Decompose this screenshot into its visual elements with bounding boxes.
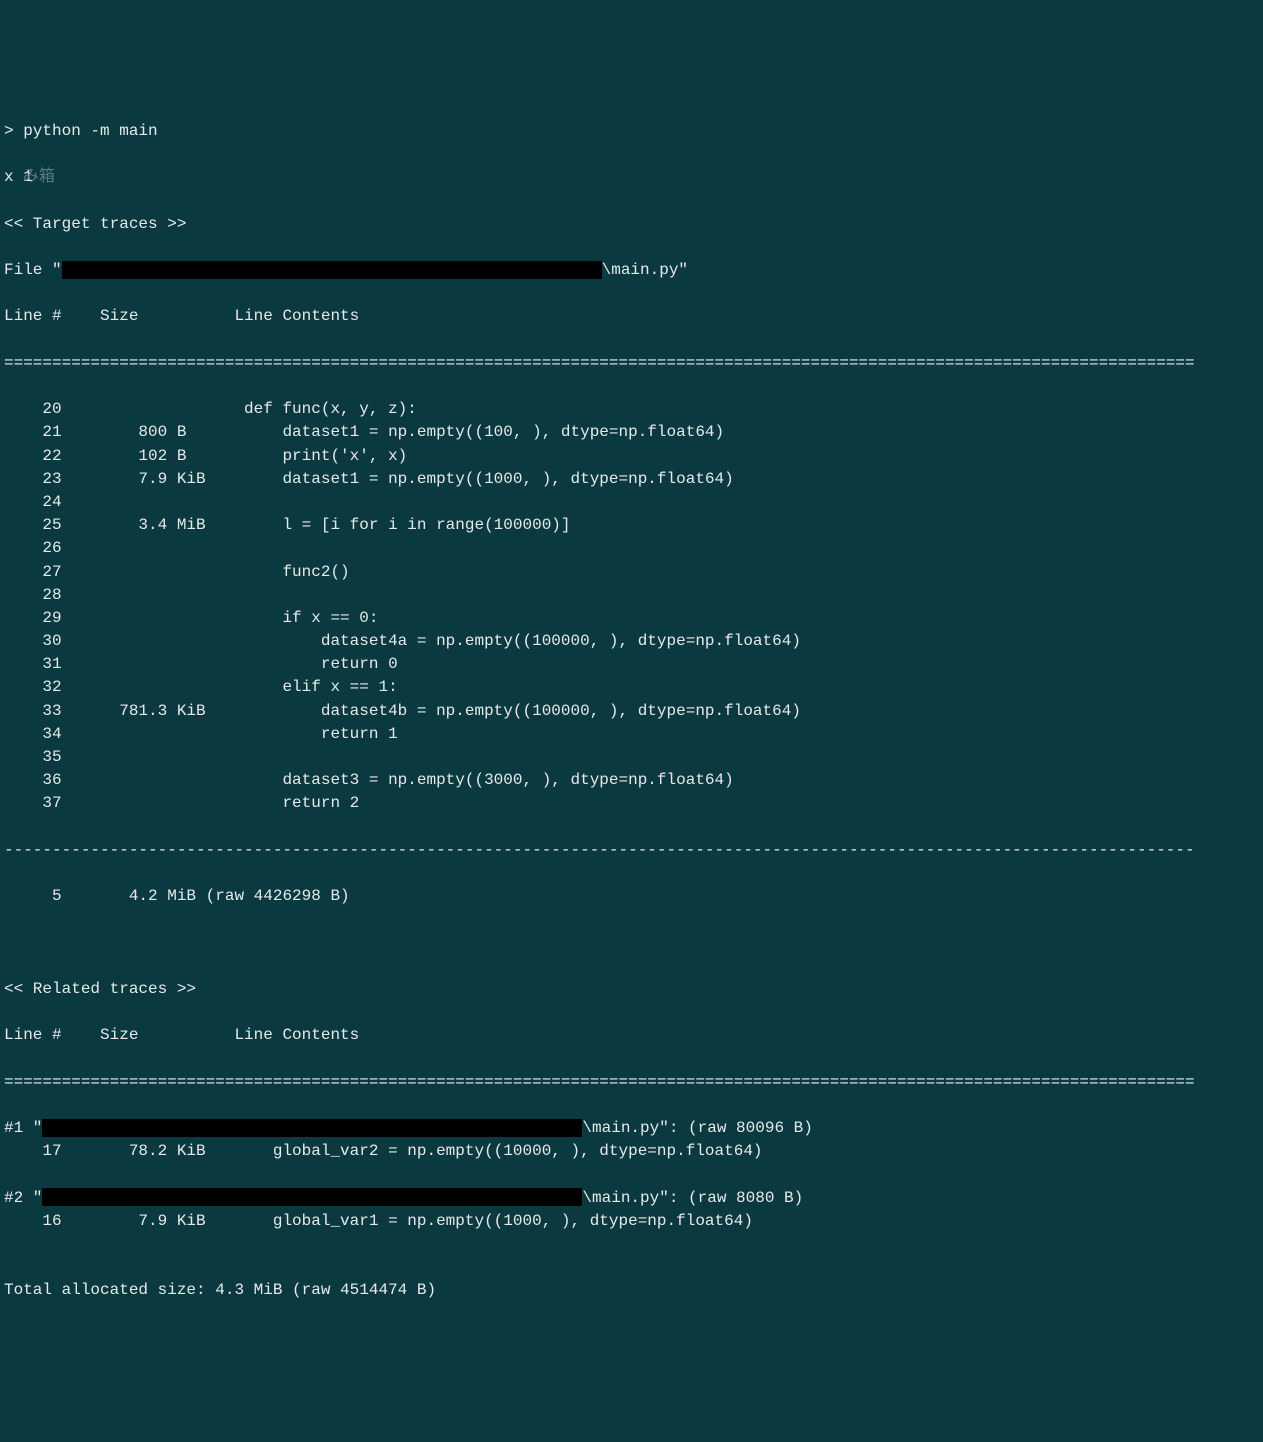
trace-row: 23 7.9 KiB dataset1 = np.empty((1000, ),… [4, 468, 1263, 491]
trace-row: 36 dataset3 = np.empty((3000, ), dtype=n… [4, 769, 1263, 792]
total-allocated: Total allocated size: 4.3 MiB (raw 45144… [4, 1279, 1263, 1302]
trace-row: 22 102 B print('x', x) [4, 445, 1263, 468]
trace-row: 32 elif x == 1: [4, 676, 1263, 699]
target-trace-rows: 20 def func(x, y, z): 21 800 B dataset1 … [4, 398, 1263, 815]
related-entry-header: #1 "\main.py": (raw 80096 B) [4, 1117, 1263, 1140]
trace-row: 29 if x == 0: [4, 607, 1263, 630]
related-trace-row: 16 7.9 KiB global_var1 = np.empty((1000,… [4, 1210, 1263, 1233]
trace-row: 37 return 2 [4, 792, 1263, 815]
trace-row: 30 dataset4a = np.empty((100000, ), dtyp… [4, 630, 1263, 653]
dash-rule: ----------------------------------------… [4, 839, 1263, 862]
redacted-path [42, 1188, 582, 1206]
trace-row: 35 [4, 746, 1263, 769]
file-line: File "\main.py" [4, 259, 1263, 282]
trace-row: 27 func2() [4, 561, 1263, 584]
background-text: み箱 [23, 168, 55, 186]
related-trace-row: 17 78.2 KiB global_var2 = np.empty((1000… [4, 1140, 1263, 1163]
trace-row: 24 [4, 491, 1263, 514]
redacted-path [42, 1119, 582, 1137]
column-header: Line # Size Line Contents [4, 305, 1263, 328]
trace-row: 25 3.4 MiB l = [i for i in range(100000)… [4, 514, 1263, 537]
trace-row: 33 781.3 KiB dataset4b = np.empty((10000… [4, 700, 1263, 723]
related-entry-header: #2 "\main.py": (raw 8080 B) [4, 1187, 1263, 1210]
related-traces-header: << Related traces >> [4, 978, 1263, 1001]
trace-row: 20 def func(x, y, z): [4, 398, 1263, 421]
redacted-path [62, 261, 602, 279]
trace-row: 31 return 0 [4, 653, 1263, 676]
target-total: 5 4.2 MiB (raw 4426298 B) [4, 885, 1263, 908]
rule-line: ========================================… [4, 352, 1263, 375]
target-traces-header: << Target traces >> [4, 213, 1263, 236]
command-prompt: > python -m main [4, 120, 1263, 143]
trace-row: 28 [4, 584, 1263, 607]
trace-row: 34 return 1 [4, 723, 1263, 746]
related-trace-rows: #1 "\main.py": (raw 80096 B) 17 78.2 KiB… [4, 1117, 1263, 1256]
rule-line: ========================================… [4, 1071, 1263, 1094]
output-line: x 1み箱 [4, 166, 1263, 189]
terminal-output: > python -m main x 1み箱 << Target traces … [0, 93, 1263, 1326]
trace-row: 21 800 B dataset1 = np.empty((100, ), dt… [4, 421, 1263, 444]
trace-row: 26 [4, 537, 1263, 560]
related-column-header: Line # Size Line Contents [4, 1024, 1263, 1047]
